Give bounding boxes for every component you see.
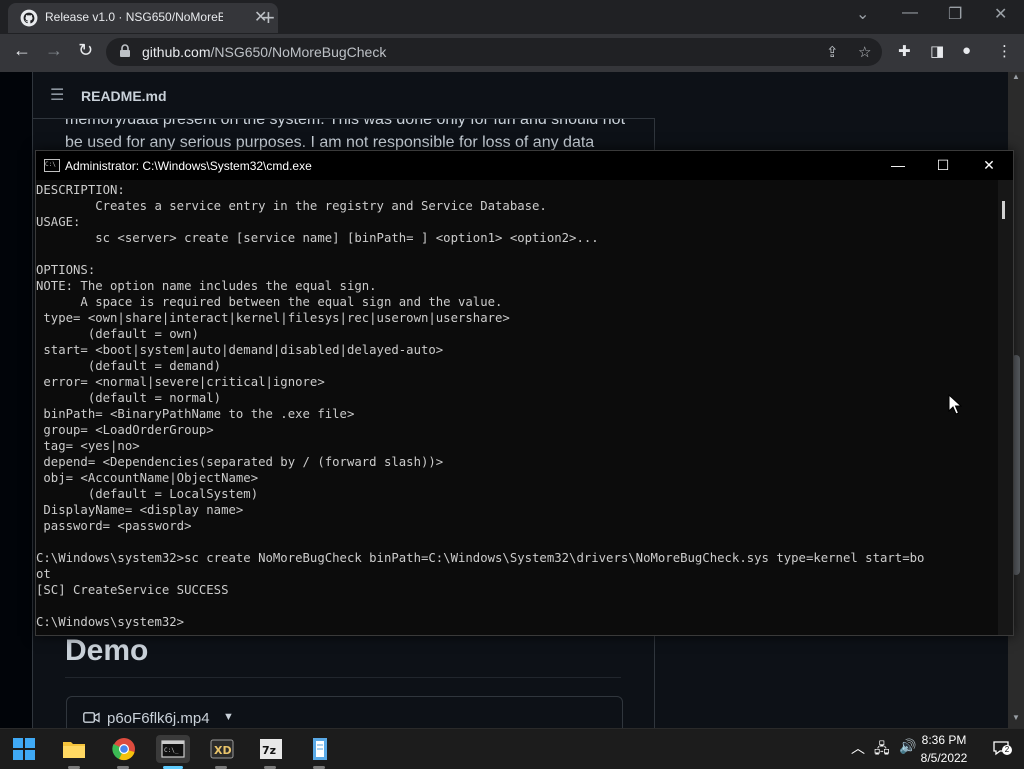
cmd-title: Administrator: C:\Windows\System32\cmd.e…: [65, 159, 312, 173]
cmd-scrollbar-thumb[interactable]: [1002, 201, 1005, 219]
svg-text:C:\_: C:\_: [164, 747, 179, 754]
cmd-maximize-button[interactable]: ☐: [920, 151, 966, 180]
cmd-close-button[interactable]: ✕: [966, 151, 1012, 180]
side-panel-icon[interactable]: ◨: [930, 42, 944, 60]
network-icon[interactable]: 🖧: [874, 738, 890, 762]
github-icon: [20, 9, 38, 27]
back-icon[interactable]: ←: [13, 40, 31, 61]
notification-center[interactable]: 2: [992, 740, 1012, 756]
start-icon[interactable]: [10, 735, 38, 763]
share-icon[interactable]: ⇪: [826, 43, 839, 61]
notification-badge: 2: [1002, 745, 1012, 755]
file-explorer-icon[interactable]: [60, 735, 88, 763]
terminal-taskbar-button[interactable]: C:\_: [156, 735, 190, 763]
cmd-window[interactable]: C:\ Administrator: C:\Windows\System32\c…: [35, 150, 1014, 636]
cmd-minimize-button[interactable]: —: [875, 151, 921, 180]
tray-chevron-up-icon[interactable]: ︿: [851, 738, 865, 758]
video-filename[interactable]: p6oF6flk6j.mp4: [107, 710, 210, 727]
system-clock[interactable]: 8:36 PM 8/5/2022: [912, 731, 976, 767]
notepad-app-icon[interactable]: [306, 735, 334, 763]
taskbar: C:\_ XD 7z: [0, 728, 1024, 769]
mouse-cursor-icon: [948, 394, 962, 415]
url-text[interactable]: github.com/NSG650/NoMoreBugCheck: [142, 44, 386, 60]
clock-time: 8:36 PM: [921, 733, 967, 747]
tab-title: Release v1.0 · NSG650/NoMoreBugCheck: [45, 10, 223, 24]
profile-icon[interactable]: ●: [962, 42, 971, 59]
lock-icon[interactable]: [119, 44, 131, 58]
7zip-icon[interactable]: 7z: [257, 735, 285, 763]
new-tab-button[interactable]: +: [262, 5, 275, 31]
video-icon: [83, 712, 100, 723]
browser-tab[interactable]: Release v1.0 · NSG650/NoMoreBugCheck ✕: [8, 3, 278, 33]
clock-date: 8/5/2022: [920, 751, 968, 765]
cmd-output[interactable]: DESCRIPTION: Creates a service entry in …: [36, 182, 996, 632]
extensions-icon[interactable]: ✚: [898, 42, 911, 60]
tab-search-icon[interactable]: ⌄: [856, 4, 869, 24]
cmd-titlebar[interactable]: C:\ Administrator: C:\Windows\System32\c…: [36, 151, 1013, 180]
url-domain: github.com: [142, 44, 211, 60]
readme-title: README.md: [81, 88, 167, 104]
chrome-icon[interactable]: [110, 735, 138, 763]
forward-icon[interactable]: →: [45, 40, 63, 61]
caret-down-icon[interactable]: ▼: [223, 711, 234, 723]
reload-icon[interactable]: ↻: [78, 40, 93, 61]
menu-icon[interactable]: ⋮: [997, 42, 1012, 60]
svg-text:7z: 7z: [262, 744, 276, 757]
url-path: /NSG650/NoMoreBugCheck: [210, 44, 387, 60]
readme-header: ☰ README.md: [33, 72, 655, 119]
demo-heading: Demo: [65, 634, 149, 667]
close-button[interactable]: ✕: [994, 4, 1007, 24]
heading-divider: [65, 677, 621, 678]
cmd-scrollbar[interactable]: [998, 180, 1013, 635]
bookmark-star-icon[interactable]: ☆: [858, 43, 871, 61]
xd-app-icon[interactable]: XD: [208, 735, 236, 763]
scroll-up-icon[interactable]: ▲: [1012, 72, 1020, 81]
svg-text:XD: XD: [214, 744, 232, 757]
terminal-icon: C:\_: [161, 740, 185, 758]
list-icon[interactable]: ☰: [50, 85, 64, 105]
scroll-down-icon[interactable]: ▼: [1012, 713, 1020, 722]
minimize-button[interactable]: —: [902, 4, 918, 22]
cmd-app-icon: C:\: [44, 159, 60, 172]
restore-button[interactable]: ❐: [948, 4, 962, 24]
